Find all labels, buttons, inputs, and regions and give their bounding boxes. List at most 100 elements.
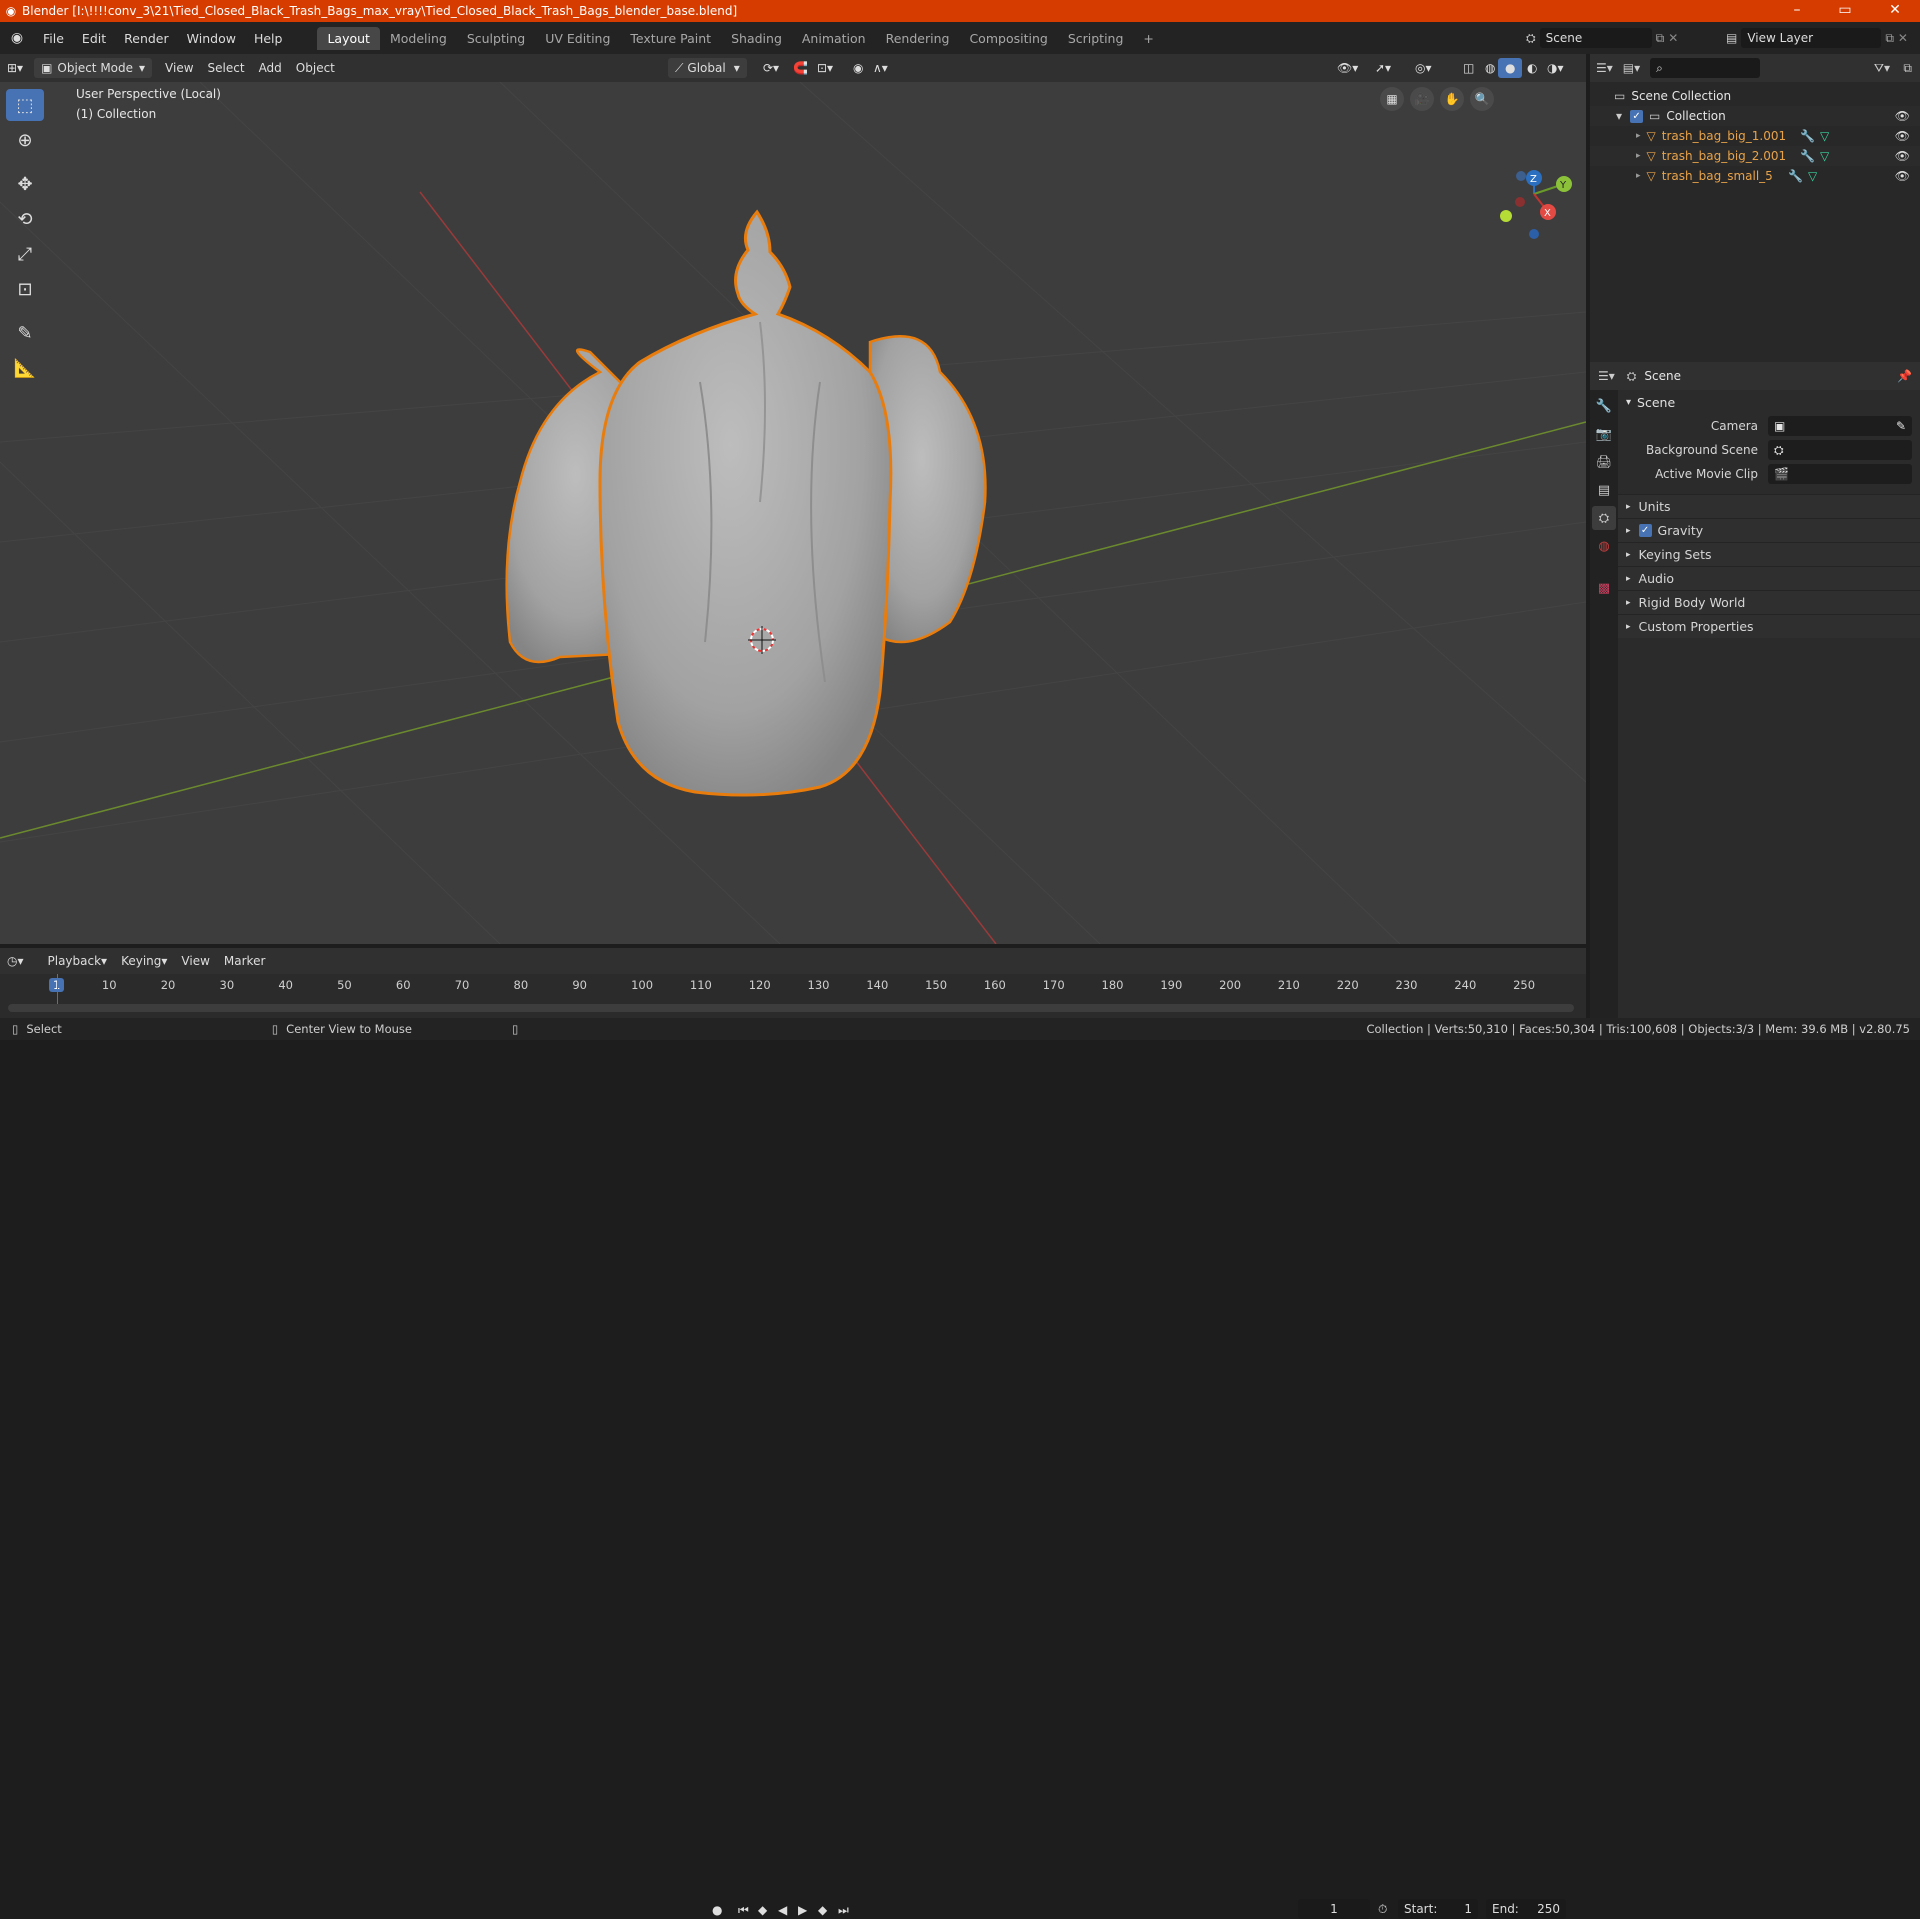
mode-selector[interactable]: ▣ Object Mode ▾ [34, 58, 153, 78]
timeline-scrollbar[interactable] [8, 1004, 1574, 1012]
units-panel[interactable]: ▸ Units [1618, 494, 1920, 518]
rendered-shading-icon[interactable]: ◑▾ [1540, 58, 1571, 78]
jump-start-icon[interactable]: ⏮ [738, 1903, 749, 1918]
jump-end-icon[interactable]: ⏭ [838, 1903, 849, 1918]
blender-menu-icon[interactable]: ◉ [0, 30, 34, 46]
expand-arrow-icon[interactable]: ▸ [1636, 151, 1641, 161]
snap-target-icon[interactable]: ⊡▾ [810, 58, 840, 78]
eye-icon[interactable]: 👁 [1895, 129, 1910, 143]
outliner-object-row[interactable]: ▸ ▽ trash_bag_big_1.001 🔧 ▽ 👁 [1590, 126, 1920, 146]
pivot-point-icon[interactable]: ⟳▾ [756, 58, 786, 78]
current-frame-field[interactable]: 1 [1298, 1899, 1370, 1919]
move-tool-icon[interactable]: ✥ [6, 168, 44, 200]
texture-tab-icon[interactable]: ▩ [1592, 576, 1616, 600]
gravity-panel[interactable]: ▸ ✓ Gravity [1618, 518, 1920, 542]
mesh-data-icon[interactable]: ▽ [1820, 129, 1829, 143]
tab-uv-editing[interactable]: UV Editing [535, 27, 620, 50]
eye-icon[interactable]: 👁 [1895, 169, 1910, 183]
menu-render[interactable]: Render [115, 31, 178, 46]
tab-layout[interactable]: Layout [317, 26, 380, 50]
expand-arrow-icon[interactable]: ▾ [1616, 109, 1622, 123]
collection-checkbox[interactable]: ✓ [1630, 109, 1644, 123]
scene-tab-icon[interactable]: ⛭ [1592, 506, 1616, 530]
tab-modeling[interactable]: Modeling [380, 27, 457, 50]
render-tab-icon[interactable]: 📷 [1592, 422, 1616, 446]
expand-arrow-icon[interactable]: ▸ [1636, 171, 1641, 181]
tab-texture-paint[interactable]: Texture Paint [620, 27, 721, 50]
background-scene-field[interactable]: ⛭ [1768, 440, 1912, 460]
pan-hand-icon[interactable]: ✋ [1440, 87, 1464, 111]
measure-tool-icon[interactable]: 📐 [6, 352, 44, 384]
outliner-editor-type-icon[interactable]: ☰▾ [1596, 61, 1613, 75]
tab-shading[interactable]: Shading [721, 27, 792, 50]
gravity-checkbox[interactable]: ✓ [1638, 524, 1652, 537]
scale-tool-icon[interactable]: ⤢ [6, 238, 44, 270]
filter-icon[interactable]: ⛛▾ [1874, 61, 1890, 76]
camera-view-icon[interactable]: 🎥 [1410, 87, 1434, 111]
keying-sets-panel[interactable]: ▸ Keying Sets [1618, 542, 1920, 566]
prev-keyframe-icon[interactable]: ◆ [758, 1903, 767, 1917]
audio-panel[interactable]: ▸ Audio [1618, 566, 1920, 590]
next-keyframe-icon[interactable]: ◆ [818, 1903, 827, 1917]
toggle-grid-view-icon[interactable]: ▦ [1380, 87, 1404, 111]
tab-sculpting[interactable]: Sculpting [457, 27, 535, 50]
outliner-object-row[interactable]: ▸ ▽ trash_bag_small_5 🔧 ▽ 👁 [1590, 166, 1920, 186]
rotate-tool-icon[interactable]: ⟲ [6, 203, 44, 235]
menu-select[interactable]: Select [201, 58, 252, 78]
tab-rendering[interactable]: Rendering [876, 27, 960, 50]
tab-scripting[interactable]: Scripting [1058, 27, 1134, 50]
3d-viewport[interactable]: Z Y X User Perspective (Local) (1) Colle… [0, 82, 1586, 944]
start-frame-field[interactable]: Start: 1 [1398, 1899, 1478, 1919]
mesh-data-icon[interactable]: ▽ [1820, 149, 1829, 163]
maximize-button[interactable]: ▭ [1822, 0, 1868, 22]
view-layer-selector[interactable]: View Layer [1741, 28, 1882, 48]
menu-add[interactable]: Add [252, 58, 289, 78]
display-mode-icon[interactable]: ▤▾ [1623, 61, 1640, 75]
scene-selector[interactable]: Scene [1539, 28, 1652, 48]
menu-playback[interactable]: Playback ▾ [41, 951, 115, 971]
solid-shading-icon[interactable]: ● [1498, 58, 1523, 78]
clock-icon[interactable]: ⏱ [1378, 1902, 1387, 1917]
gizmo-toggle-icon[interactable]: ➚▾ [1368, 58, 1398, 78]
record-icon[interactable]: ● [712, 1903, 722, 1917]
cursor-tool-icon[interactable]: ⊕ [6, 124, 44, 156]
menu-window[interactable]: Window [178, 31, 245, 46]
overlay-toggle-icon[interactable]: ◎▾ [1408, 58, 1439, 78]
timeline-ruler[interactable]: 1102030405060708090100110120130140150160… [0, 974, 1586, 1018]
add-workspace-button[interactable]: + [1133, 27, 1163, 50]
new-collection-icon[interactable]: ⧉ [1903, 61, 1912, 76]
scene-collection-row[interactable]: ▭ Scene Collection [1590, 86, 1920, 106]
timeline-editor-type-icon[interactable]: ◷▾ [0, 951, 31, 971]
annotate-tool-icon[interactable]: ✎ [6, 317, 44, 349]
minimize-button[interactable]: – [1774, 0, 1820, 22]
mesh-data-icon[interactable]: ▽ [1808, 169, 1817, 183]
menu-help[interactable]: Help [245, 31, 292, 46]
menu-timeline-view[interactable]: View [174, 951, 216, 971]
eye-icon[interactable]: 👁 [1895, 149, 1910, 163]
end-frame-field[interactable]: End: 250 [1486, 1899, 1566, 1919]
menu-keying[interactable]: Keying ▾ [114, 951, 174, 971]
menu-file[interactable]: File [34, 31, 73, 46]
select-box-tool-icon[interactable]: ⬚ [6, 89, 44, 121]
outliner-object-row[interactable]: ▸ ▽ trash_bag_big_2.001 🔧 ▽ 👁 [1590, 146, 1920, 166]
modifier-wrench-icon[interactable]: 🔧 [1800, 149, 1815, 163]
tool-tab-icon[interactable]: 🔧 [1592, 394, 1616, 418]
delete-scene-icon[interactable]: ✕ [1668, 31, 1678, 45]
modifier-wrench-icon[interactable]: 🔧 [1788, 169, 1803, 183]
world-tab-icon[interactable]: ◍ [1592, 534, 1616, 558]
menu-object[interactable]: Object [289, 58, 342, 78]
custom-properties-panel[interactable]: ▸ Custom Properties [1618, 614, 1920, 638]
play-icon[interactable]: ▶ [798, 1903, 807, 1917]
playhead[interactable] [57, 974, 58, 1004]
editor-type-icon[interactable]: ⊞▾ [0, 58, 30, 78]
collection-row[interactable]: ▾ ✓ ▭ Collection 👁 [1590, 106, 1920, 126]
menu-edit[interactable]: Edit [73, 31, 115, 46]
transform-orientation-selector[interactable]: ⟋ Global ▾ [668, 58, 747, 78]
eye-icon[interactable]: 👁 [1895, 109, 1910, 123]
active-movie-clip-field[interactable]: 🎬 [1768, 464, 1912, 484]
scene-panel-header[interactable]: ▾ Scene [1618, 390, 1920, 414]
expand-arrow-icon[interactable]: ▸ [1636, 131, 1641, 141]
pin-icon[interactable]: 📌 [1897, 369, 1912, 383]
close-button[interactable]: ✕ [1872, 0, 1918, 22]
tab-compositing[interactable]: Compositing [959, 27, 1057, 50]
